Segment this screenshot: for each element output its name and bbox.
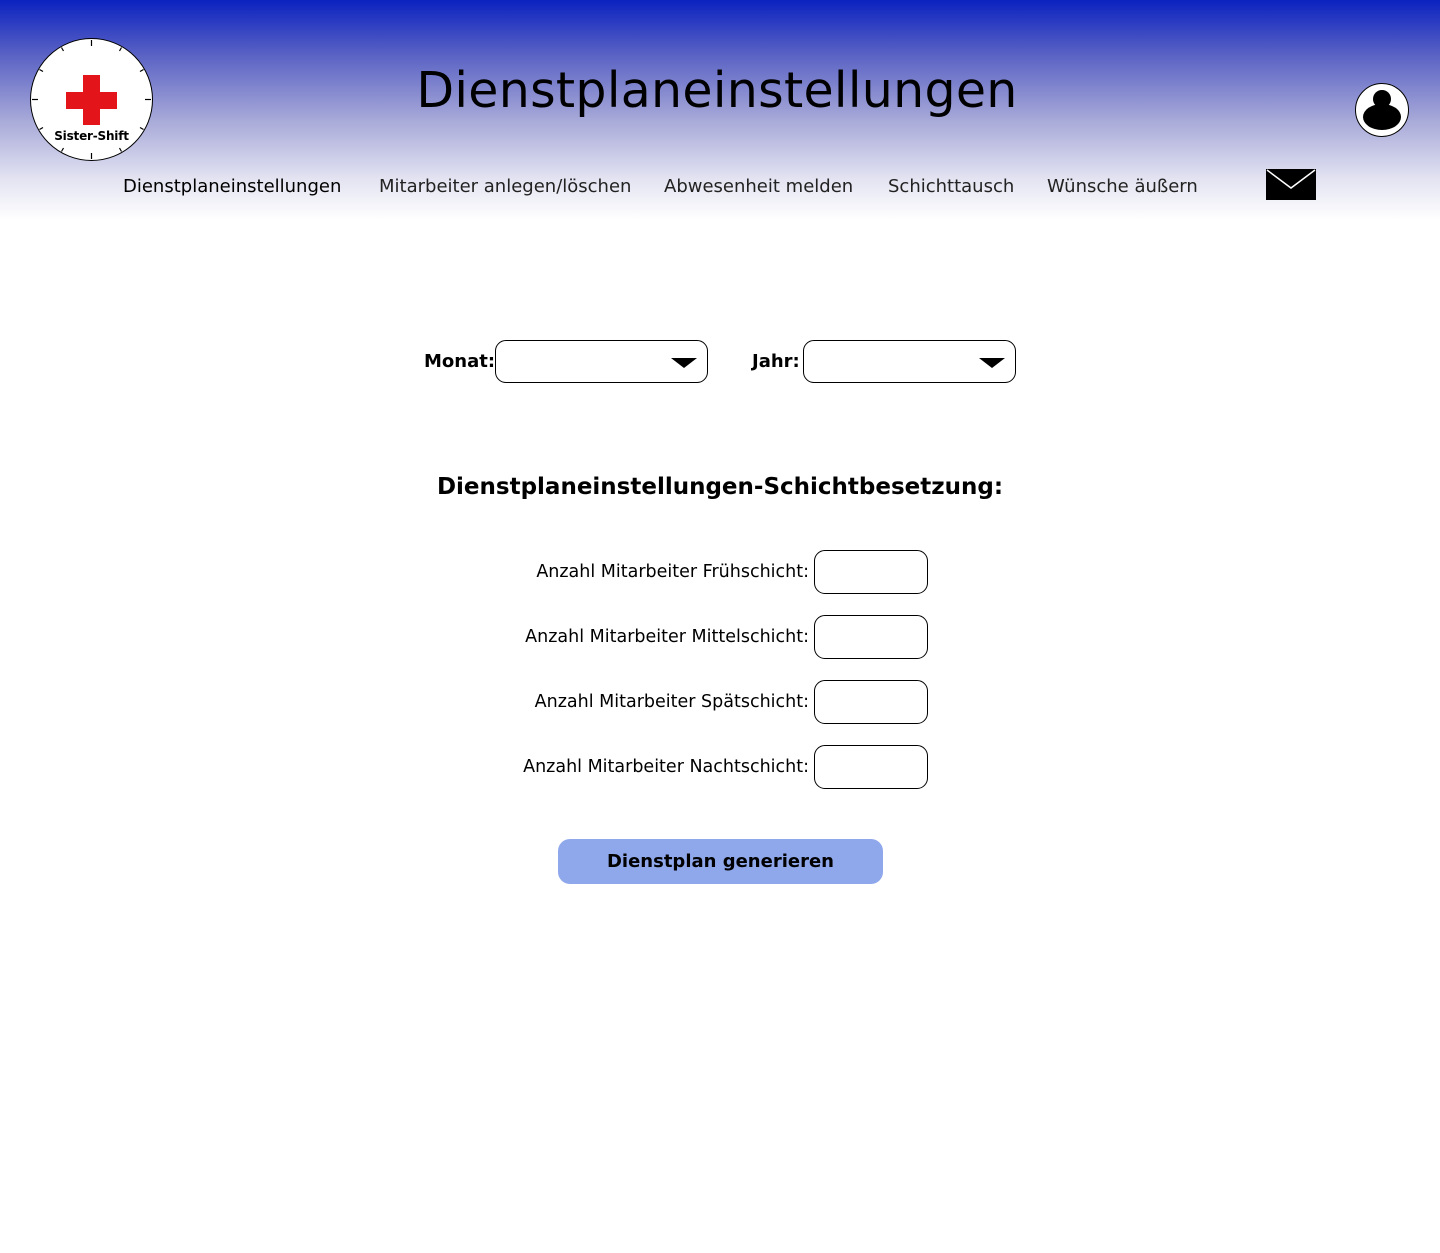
nachtschicht-input[interactable] — [814, 745, 928, 789]
chevron-down-icon — [979, 358, 1005, 368]
user-avatar-button[interactable] — [1355, 83, 1409, 137]
field-label-spaetschicht: Anzahl Mitarbeiter Spätschicht: — [534, 692, 809, 712]
generate-schedule-button[interactable]: Dienstplan generieren — [558, 839, 883, 884]
field-label-mittelschicht: Anzahl Mitarbeiter Mittelschicht: — [525, 627, 809, 647]
page-title: Dienstplaneinstellungen — [416, 62, 1018, 119]
fruehschicht-input[interactable] — [814, 550, 928, 594]
nav-item-schichttausch[interactable]: Schichttausch — [888, 176, 1014, 197]
year-label: Jahr: — [752, 351, 800, 372]
user-icon — [1363, 90, 1401, 130]
nav-item-dienstplaneinstellungen[interactable]: Dienstplaneinstellungen — [123, 176, 341, 197]
month-label: Monat: — [424, 351, 496, 372]
chevron-down-icon — [671, 358, 697, 368]
mail-icon[interactable] — [1266, 169, 1316, 200]
section-title: Dienstplaneinstellungen-Schichtbesetzung… — [436, 474, 1004, 500]
mittelschicht-input[interactable] — [814, 615, 928, 659]
logo-text: Sister-Shift — [54, 129, 129, 143]
month-select[interactable] — [495, 340, 708, 383]
nav-item-abwesenheit[interactable]: Abwesenheit melden — [664, 176, 853, 197]
field-label-nachtschicht: Anzahl Mitarbeiter Nachtschicht: — [523, 757, 809, 777]
year-select[interactable] — [803, 340, 1016, 383]
field-label-fruehschicht: Anzahl Mitarbeiter Frühschicht: — [536, 562, 809, 582]
spaetschicht-input[interactable] — [814, 680, 928, 724]
nav-item-mitarbeiter[interactable]: Mitarbeiter anlegen/löschen — [379, 176, 631, 197]
nav-item-wuensche[interactable]: Wünsche äußern — [1047, 176, 1198, 197]
